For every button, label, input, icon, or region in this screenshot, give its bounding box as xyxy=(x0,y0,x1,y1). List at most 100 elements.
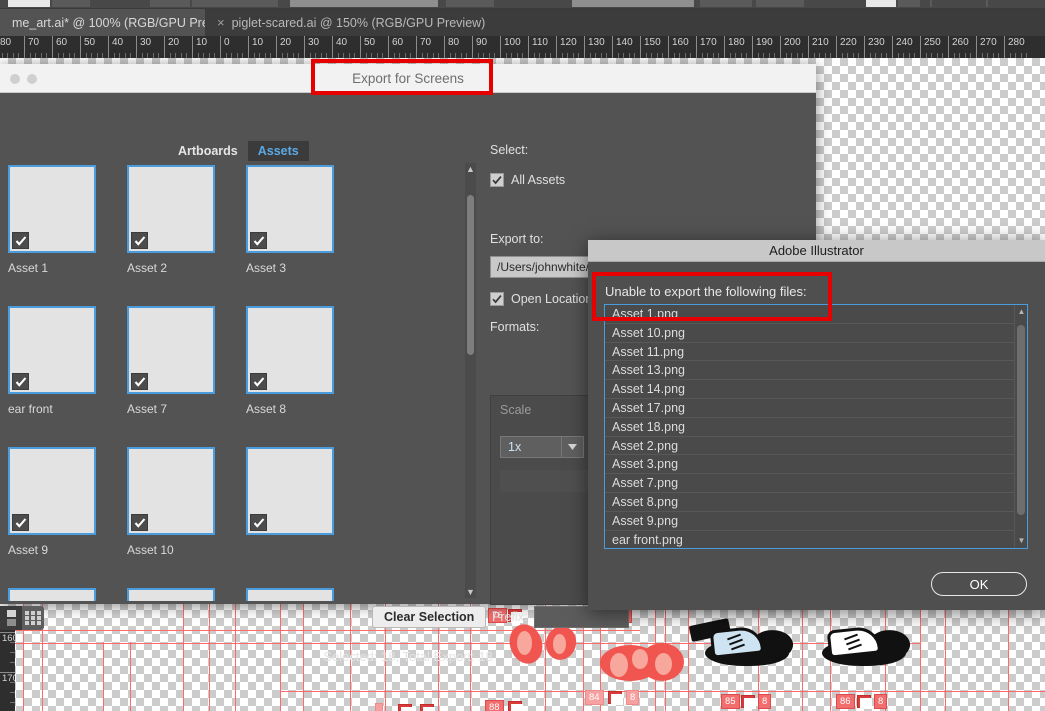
asset-cell[interactable]: Asset 1 xyxy=(8,165,127,306)
file-list-scrollbar[interactable]: ▲ ▼ xyxy=(1014,305,1027,548)
slice-tag[interactable]: 86 xyxy=(836,694,855,709)
window-controls[interactable] xyxy=(10,74,37,84)
asset-cell[interactable]: Asset 2 xyxy=(127,165,246,306)
export-dialog-titlebar: Export for Screens xyxy=(0,64,816,93)
asset-checkbox[interactable] xyxy=(12,232,29,249)
file-list-item[interactable]: Asset 11.png xyxy=(605,343,1027,362)
asset-checkbox[interactable] xyxy=(250,232,267,249)
document-tab-inactive[interactable]: × piglet-scared.ai @ 150% (RGB/GPU Previ… xyxy=(205,9,498,36)
file-list-item[interactable]: Asset 3.png xyxy=(605,455,1027,475)
asset-grid-scrollbar[interactable]: ▲ ▼ xyxy=(465,163,476,598)
file-list-item[interactable]: ear front.png xyxy=(605,531,1027,548)
ok-button[interactable]: OK xyxy=(931,572,1027,596)
file-list-item[interactable]: Asset 8.png xyxy=(605,493,1027,512)
ruler-minor-tick xyxy=(847,53,849,58)
slice-image-icon[interactable] xyxy=(398,704,413,711)
close-icon[interactable]: × xyxy=(217,16,225,29)
asset-thumbnail[interactable] xyxy=(8,447,96,535)
ruler-minor-tick xyxy=(264,53,266,58)
asset-cell[interactable]: Asset 8 xyxy=(246,306,365,447)
all-assets-checkbox[interactable] xyxy=(490,173,504,187)
asset-thumbnail[interactable] xyxy=(246,306,334,394)
slice-image-icon[interactable] xyxy=(857,695,872,709)
file-list-item[interactable]: Asset 17.png xyxy=(605,399,1027,418)
scrollbar-thumb[interactable] xyxy=(467,195,474,355)
open-location-checkbox[interactable] xyxy=(490,292,504,306)
ruler-minor-tick xyxy=(707,53,709,58)
asset-checkbox[interactable] xyxy=(12,373,29,390)
vertical-ruler[interactable]: 160 170 xyxy=(0,630,15,711)
ruler-minor-tick xyxy=(427,53,429,58)
grid-view-icon[interactable] xyxy=(22,606,44,630)
asset-thumbnail[interactable] xyxy=(8,165,96,253)
scale-select[interactable]: 1x xyxy=(500,436,584,458)
format-row-cell-a[interactable] xyxy=(500,470,590,492)
asset-thumbnail[interactable] xyxy=(127,165,215,253)
scroll-down-icon[interactable]: ▼ xyxy=(1015,534,1027,548)
file-list-item[interactable]: Asset 18.png xyxy=(605,418,1027,437)
ruler-tick-label: 60 xyxy=(392,37,404,48)
ruler-minor-tick xyxy=(567,53,569,58)
slice-tag[interactable]: 8 xyxy=(874,694,888,709)
asset-thumbnail[interactable] xyxy=(127,306,215,394)
asset-label: Asset 8 xyxy=(246,402,287,416)
file-list-item[interactable]: Asset 2.png xyxy=(605,437,1027,456)
file-list-item[interactable]: Asset 14.png xyxy=(605,380,1027,399)
asset-cell[interactable]: Asset 9 xyxy=(8,447,127,588)
ruler-minor-tick xyxy=(186,53,188,58)
asset-thumbnail[interactable] xyxy=(246,165,334,253)
file-list-item[interactable]: Asset 9.png xyxy=(605,512,1027,531)
tab-artboards[interactable]: Artboards xyxy=(168,141,248,161)
ruler-minor-tick xyxy=(203,53,205,58)
clear-selection-button[interactable]: Clear Selection xyxy=(372,606,487,628)
slice-tag[interactable] xyxy=(375,703,383,711)
check-icon xyxy=(15,517,26,528)
scroll-up-icon[interactable]: ▲ xyxy=(1015,305,1027,319)
all-assets-label: All Assets xyxy=(511,173,566,187)
scale-value[interactable]: 1x xyxy=(500,436,562,458)
asset-label: Asset 2 xyxy=(127,261,168,275)
chevron-down-icon[interactable] xyxy=(562,436,584,458)
scrollbar-thumb[interactable] xyxy=(1017,325,1025,515)
view-mode-toggle[interactable] xyxy=(0,606,44,630)
slice-image-icon[interactable] xyxy=(608,691,623,705)
ruler-tick-label: 130 xyxy=(588,37,605,48)
asset-checkbox[interactable] xyxy=(250,373,267,390)
slice-image-icon[interactable] xyxy=(508,701,523,711)
slice-image-icon[interactable] xyxy=(420,704,435,711)
asset-cell[interactable]: ear front xyxy=(8,306,127,447)
close-window-dot[interactable] xyxy=(10,74,20,84)
asset-thumbnail[interactable] xyxy=(246,447,334,535)
slice-tag[interactable]: 84 xyxy=(585,690,604,705)
asset-checkbox[interactable] xyxy=(131,514,148,531)
asset-checkbox[interactable] xyxy=(131,232,148,249)
list-view-icon[interactable] xyxy=(0,606,22,630)
file-list-item[interactable]: Asset 10.png xyxy=(605,324,1027,343)
file-list-item[interactable]: Asset 7.png xyxy=(605,474,1027,493)
slice-tag[interactable]: 8 xyxy=(626,690,640,705)
slice-tag[interactable]: 88 xyxy=(485,700,504,711)
asset-grid[interactable]: Asset 1 Asset 2 Asset 3 ear front Asset 7 Ass… xyxy=(0,161,478,601)
asset-cell[interactable]: Asset 10 xyxy=(127,447,246,588)
minimize-window-dot[interactable] xyxy=(27,74,37,84)
slice-image-icon[interactable] xyxy=(741,695,756,709)
scroll-up-icon[interactable]: ▲ xyxy=(465,163,476,175)
asset-cell[interactable] xyxy=(246,447,365,588)
all-assets-checkbox-row[interactable]: All Assets xyxy=(490,173,810,187)
file-list-item[interactable]: Asset 13.png xyxy=(605,361,1027,381)
file-list-item[interactable]: Asset 1.png xyxy=(605,305,1027,324)
failed-files-list[interactable]: Asset 1.png Asset 10.png Asset 11.png Asset… xyxy=(604,304,1028,549)
asset-thumbnail[interactable] xyxy=(127,447,215,535)
tab-assets[interactable]: Assets xyxy=(247,141,309,161)
asset-thumbnail[interactable] xyxy=(8,306,96,394)
scroll-down-icon[interactable]: ▼ xyxy=(465,586,476,598)
asset-checkbox[interactable] xyxy=(12,514,29,531)
slice-tag[interactable]: 8 xyxy=(758,694,772,709)
asset-checkbox[interactable] xyxy=(131,373,148,390)
slice-tag[interactable]: 85 xyxy=(721,694,740,709)
horizontal-ruler[interactable]: 80 70 60 50 40 30 20 10 0 10 20 30 40 50 60 70 80 90 100 11… xyxy=(0,36,1045,58)
asset-cell[interactable]: Asset 7 xyxy=(127,306,246,447)
asset-cell[interactable]: Asset 3 xyxy=(246,165,365,306)
check-icon xyxy=(492,295,502,304)
asset-checkbox[interactable] xyxy=(250,514,267,531)
